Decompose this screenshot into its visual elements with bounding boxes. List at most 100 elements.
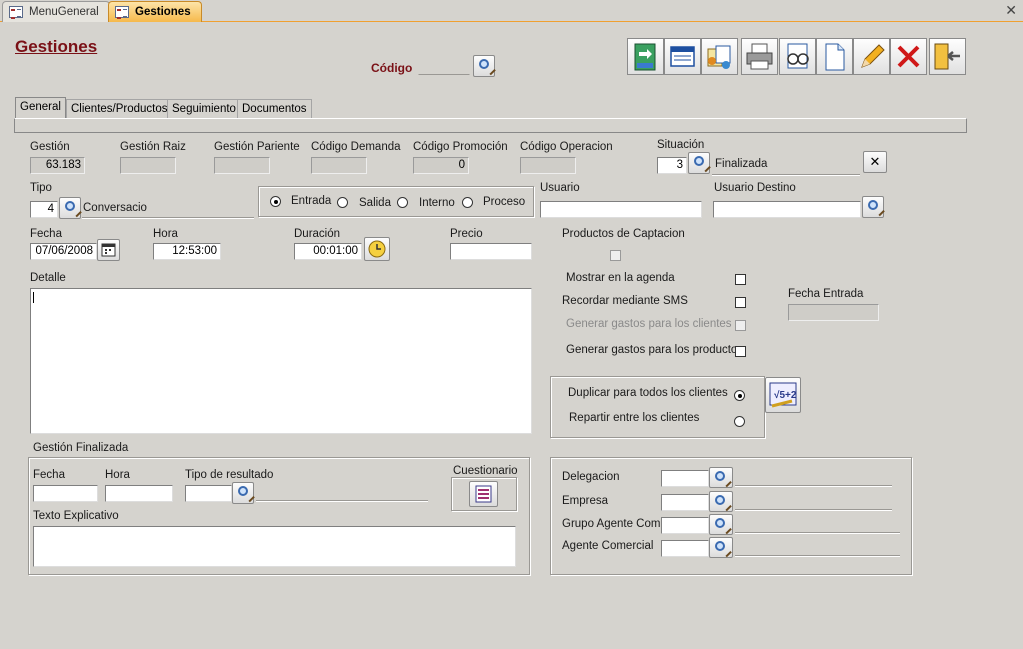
tipo-search-button[interactable]	[59, 197, 81, 219]
clear-situacion-button[interactable]: ✕	[863, 151, 887, 173]
gastos-clientes-checkbox[interactable]	[735, 320, 746, 331]
gestion-label: Gestión	[30, 141, 70, 153]
new-button[interactable]	[816, 38, 853, 75]
fecha-label: Fecha	[30, 228, 62, 240]
svg-text:√5+2: √5+2	[774, 390, 797, 401]
clock-button[interactable]	[364, 237, 390, 261]
codigo-field[interactable]	[418, 58, 470, 75]
tab-gestiones[interactable]: Gestiones	[108, 1, 202, 22]
fecha-field[interactable]: 07/06/2008	[30, 243, 97, 260]
form-icon	[115, 6, 129, 19]
text-caret	[33, 292, 34, 303]
recordar-sms-checkbox[interactable]	[735, 297, 746, 308]
grupo-agente-field[interactable]	[661, 517, 709, 534]
productos-captacion-label: Productos de Captacion	[562, 228, 685, 240]
print-button[interactable]	[741, 38, 778, 75]
situacion-search-button[interactable]	[688, 152, 710, 174]
delegacion-search-button[interactable]	[709, 467, 733, 488]
search-icon	[868, 200, 878, 210]
codigo-search-button[interactable]	[473, 55, 495, 77]
mostrar-agenda-checkbox[interactable]	[735, 274, 746, 285]
radio-proceso-label: Proceso	[483, 196, 526, 208]
codigo-promocion-field: 0	[413, 157, 469, 174]
radio-proceso[interactable]	[462, 197, 473, 208]
usuario-field[interactable]	[540, 201, 702, 218]
printer-icon	[746, 43, 773, 70]
usuario-destino-search-button[interactable]	[862, 196, 884, 218]
grupo-agente-search-button[interactable]	[709, 514, 733, 535]
delegacion-field[interactable]	[661, 470, 709, 487]
gestion-pariente-label: Gestión Pariente	[214, 141, 300, 153]
tipo-code-field[interactable]: 4	[30, 201, 58, 218]
tab-menu-general[interactable]: MenuGeneral	[2, 1, 110, 22]
grupo-agente-label: Grupo Agente Com.	[562, 518, 664, 530]
agente-comercial-search-button[interactable]	[709, 537, 733, 558]
fin-fecha-field[interactable]	[33, 485, 98, 502]
search-icon	[238, 486, 248, 496]
radio-duplicar[interactable]	[734, 390, 745, 401]
tab-documentos[interactable]: Documentos	[237, 99, 312, 119]
agente-comercial-field[interactable]	[661, 540, 709, 557]
tab-general[interactable]: General	[15, 97, 66, 120]
search-icon	[715, 518, 725, 528]
duracion-label: Duración	[294, 228, 341, 240]
gastos-productos-checkbox[interactable]	[735, 346, 746, 357]
search-icon	[479, 59, 489, 69]
situacion-code-field[interactable]: 3	[657, 157, 687, 174]
calculate-button[interactable]: √5+2	[765, 377, 801, 413]
fecha-entrada-field	[788, 304, 879, 321]
usuario-destino-field[interactable]	[713, 201, 861, 218]
gestion-pariente-field	[214, 157, 270, 174]
hora-field[interactable]: 12:53:00	[153, 243, 221, 260]
radio-interno[interactable]	[397, 197, 408, 208]
gestion-raiz-field	[120, 157, 176, 174]
empresa-field[interactable]	[661, 494, 709, 511]
radio-salida[interactable]	[337, 197, 348, 208]
calendar-icon	[101, 243, 116, 257]
radio-entrada[interactable]	[270, 196, 281, 207]
cuestionario-label: Cuestionario	[453, 465, 518, 477]
divider	[735, 532, 900, 533]
tipo-label: Tipo	[30, 182, 52, 194]
documents-button[interactable]	[701, 38, 738, 75]
preview-button[interactable]	[779, 38, 816, 75]
windows-icon	[670, 46, 695, 67]
fin-hora-field[interactable]	[105, 485, 173, 502]
situacion-text: Finalizada	[715, 158, 768, 170]
delete-button[interactable]	[890, 38, 927, 75]
divider	[256, 500, 428, 501]
texto-explicativo-textarea[interactable]	[33, 526, 516, 567]
search-icon	[715, 471, 725, 481]
tipo-resultado-search-button[interactable]	[232, 482, 254, 504]
productos-captacion-checkbox[interactable]	[610, 250, 621, 261]
export-button[interactable]	[627, 38, 664, 75]
cuestionario-button[interactable]	[469, 481, 498, 507]
precio-label: Precio	[450, 228, 483, 240]
tab-clientes-productos[interactable]: Clientes/Productos	[66, 99, 173, 119]
exit-button[interactable]	[929, 38, 966, 75]
tipo-resultado-field[interactable]	[185, 485, 232, 502]
search-icon	[65, 201, 75, 211]
form-icon	[9, 6, 23, 19]
tab-label: MenuGeneral	[29, 6, 99, 18]
windows-button[interactable]	[664, 38, 701, 75]
delegacion-label: Delegacion	[562, 471, 620, 483]
tab-strip	[14, 118, 967, 133]
door-green-icon	[634, 43, 656, 71]
precio-field[interactable]	[450, 243, 532, 260]
radio-repartir[interactable]	[734, 416, 745, 427]
divider	[735, 485, 892, 486]
codigo-operacion-label: Código Operacion	[520, 141, 613, 153]
close-icon: ✕	[869, 154, 881, 169]
close-icon[interactable]: ✕	[1005, 2, 1017, 19]
codigo-demanda-label: Código Demanda	[311, 141, 401, 153]
exit-door-icon	[934, 43, 960, 70]
codigo-demanda-field	[311, 157, 367, 174]
calendar-button[interactable]	[97, 239, 120, 261]
empresa-search-button[interactable]	[709, 491, 733, 512]
detalle-textarea[interactable]	[30, 288, 532, 434]
duracion-field[interactable]: 00:01:00	[294, 243, 362, 260]
agente-comercial-label: Agente Comercial	[562, 540, 654, 552]
edit-button[interactable]	[853, 38, 890, 75]
tab-seguimiento[interactable]: Seguimiento	[167, 99, 241, 119]
